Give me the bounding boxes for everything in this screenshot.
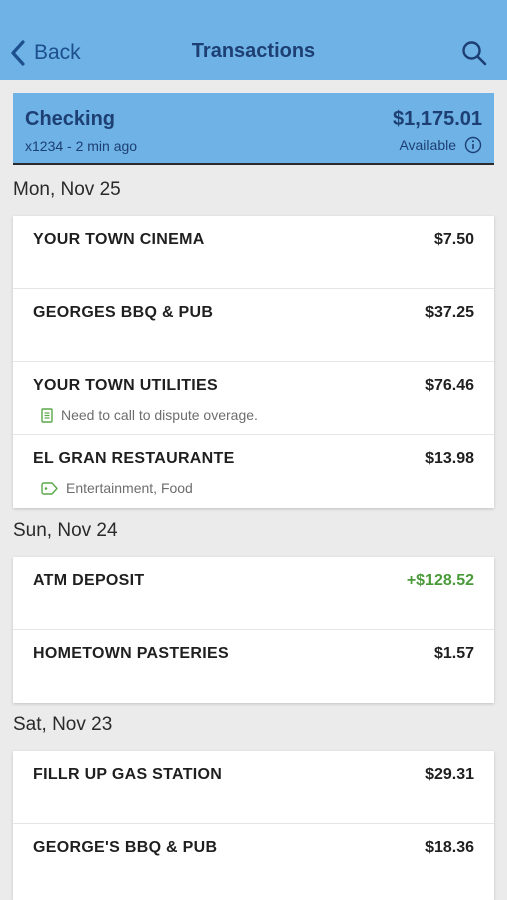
info-icon[interactable] — [464, 136, 482, 154]
transaction-row[interactable]: EL GRAN RESTAURANTE $13.98 Entertainment… — [13, 435, 494, 508]
transaction-amount: $37.25 — [425, 304, 474, 321]
transaction-name: GEORGE'S BBQ & PUB — [33, 839, 218, 856]
transaction-row[interactable]: FILLR UP GAS STATION $29.31 — [13, 751, 494, 824]
transaction-name: EL GRAN RESTAURANTE — [33, 450, 235, 467]
transaction-name: GEORGES BBQ & PUB — [33, 304, 214, 321]
transaction-name: YOUR TOWN CINEMA — [33, 231, 205, 248]
tag-icon — [41, 481, 58, 495]
transaction-amount: $76.46 — [425, 377, 474, 394]
transaction-row[interactable]: HOMETOWN PASTERIES $1.57 — [13, 630, 494, 703]
transaction-amount: +$128.52 — [406, 572, 474, 589]
account-name: Checking — [25, 108, 116, 130]
date-header: Mon, Nov 25 — [13, 179, 121, 200]
available-label: Available — [399, 137, 456, 153]
transaction-group: ATM DEPOSIT +$128.52 HOMETOWN PASTERIES … — [13, 557, 494, 703]
page-title: Transactions — [191, 40, 316, 62]
transaction-tags-text: Entertainment, Food — [66, 480, 193, 496]
transaction-note-text: Need to call to dispute overage. — [61, 407, 258, 423]
note-icon — [41, 407, 53, 423]
transaction-row[interactable]: YOUR TOWN CINEMA $7.50 — [13, 216, 494, 289]
transaction-row[interactable]: ATM DEPOSIT +$128.52 — [13, 557, 494, 630]
search-icon[interactable] — [461, 40, 487, 66]
account-balance: $1,175.01 — [393, 108, 482, 130]
transaction-amount: $29.31 — [425, 766, 474, 783]
transaction-row[interactable]: GEORGES BBQ & PUB $37.25 — [13, 289, 494, 362]
transaction-name: FILLR UP GAS STATION — [33, 766, 223, 783]
transaction-tags: Entertainment, Food — [41, 480, 193, 496]
transaction-group: FILLR UP GAS STATION $29.31 GEORGE'S BBQ… — [13, 751, 494, 900]
transaction-amount: $7.50 — [433, 231, 474, 248]
transaction-name: ATM DEPOSIT — [33, 572, 145, 589]
transaction-row[interactable]: YOUR TOWN UTILITIES $76.46 Need to call … — [13, 362, 494, 435]
nav-bar: Back Transactions — [0, 0, 507, 80]
date-header: Sun, Nov 24 — [13, 520, 118, 541]
transaction-group: YOUR TOWN CINEMA $7.50 GEORGES BBQ & PUB… — [13, 216, 494, 508]
available-label-row: Available — [399, 136, 482, 154]
transaction-note: Need to call to dispute overage. — [41, 407, 258, 423]
transaction-amount: $18.36 — [425, 839, 474, 856]
transaction-name: YOUR TOWN UTILITIES — [33, 377, 218, 394]
transaction-amount: $13.98 — [425, 450, 474, 467]
account-subtitle: x1234 - 2 min ago — [25, 138, 138, 154]
transaction-name: HOMETOWN PASTERIES — [33, 645, 229, 662]
transaction-row[interactable]: GEORGE'S BBQ & PUB $18.36 — [13, 824, 494, 897]
account-summary[interactable]: Checking x1234 - 2 min ago $1,175.01 Ava… — [13, 93, 494, 165]
transaction-amount: $1.57 — [433, 645, 474, 662]
date-header: Sat, Nov 23 — [13, 714, 113, 735]
